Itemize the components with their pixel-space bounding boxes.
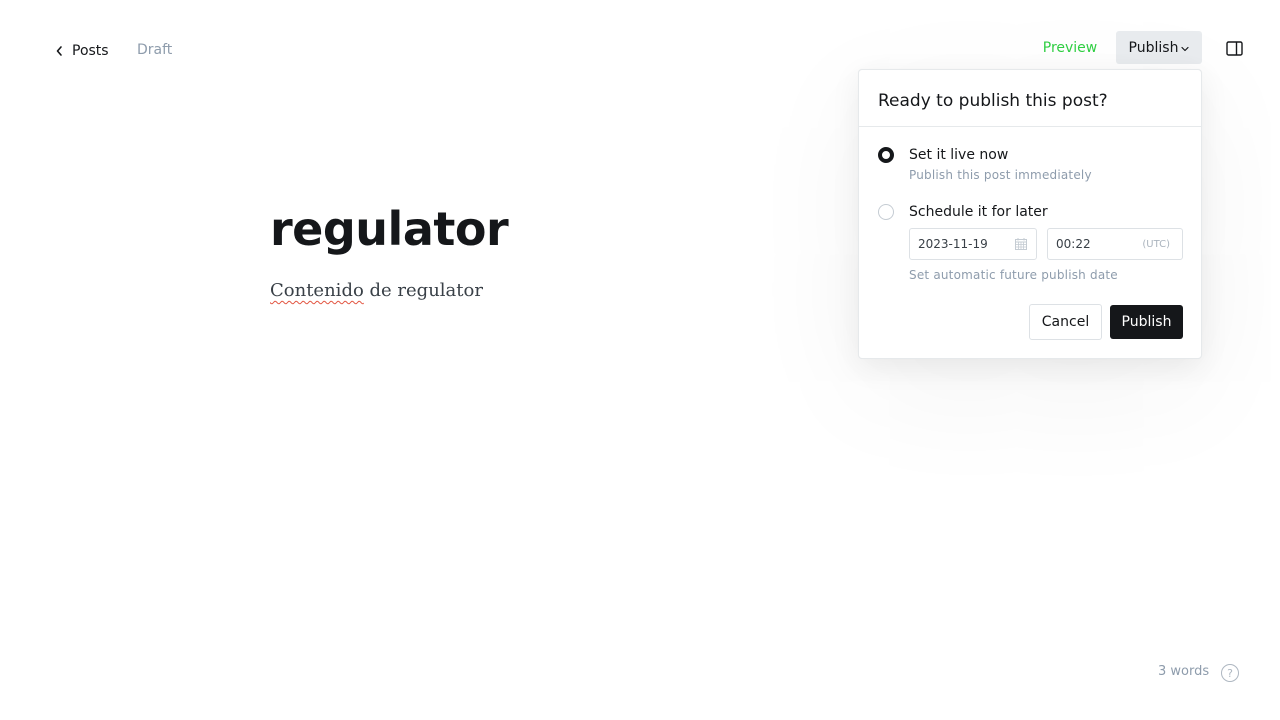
publish-trigger-label: Publish	[1128, 39, 1179, 56]
schedule-date-value: 2023-11-19	[918, 237, 988, 251]
preview-button[interactable]: Preview	[1034, 32, 1106, 64]
chevron-down-icon	[1181, 46, 1190, 52]
word-count: 3 words	[1158, 664, 1210, 679]
schedule-hint: Set automatic future publish date	[909, 268, 1118, 282]
schedule-time-input[interactable]: 00:22 (UTC)	[1047, 228, 1183, 260]
calendar-icon	[1015, 238, 1027, 250]
publish-now-description: Publish this post immediately	[909, 168, 1092, 182]
publish-popover: Ready to publish this post? Set it live …	[858, 69, 1202, 359]
confirm-publish-button[interactable]: Publish	[1110, 305, 1183, 339]
post-title[interactable]: regulator	[270, 196, 509, 262]
back-to-posts-link[interactable]: Posts	[55, 41, 109, 61]
post-status: Draft	[137, 42, 173, 58]
publish-now-radio[interactable]	[878, 147, 894, 163]
popover-divider	[859, 126, 1201, 127]
timezone-label: (UTC)	[1142, 239, 1170, 250]
schedule-date-input[interactable]: 2023-11-19	[909, 228, 1037, 260]
back-link-label: Posts	[72, 43, 109, 59]
schedule-later-radio[interactable]	[878, 204, 894, 220]
sidebar-toggle-icon	[1225, 40, 1243, 56]
chevron-left-icon	[56, 46, 62, 56]
help-icon[interactable]: ?	[1221, 664, 1239, 682]
cancel-button[interactable]: Cancel	[1029, 304, 1102, 340]
publish-now-label[interactable]: Set it live now	[909, 147, 1008, 163]
schedule-later-label[interactable]: Schedule it for later	[909, 204, 1048, 220]
settings-sidebar-toggle[interactable]	[1224, 38, 1244, 58]
publish-menu-trigger[interactable]: Publish	[1116, 31, 1202, 64]
body-text: de regulator	[363, 280, 483, 301]
misspelled-word: Contenido	[270, 280, 364, 301]
publish-popover-heading: Ready to publish this post?	[878, 91, 1108, 111]
schedule-time-value: 00:22	[1056, 237, 1091, 251]
editor-page: Posts Draft Preview Publish regulator Co…	[0, 0, 1280, 720]
post-body[interactable]: Contenido de regulator	[270, 278, 483, 304]
